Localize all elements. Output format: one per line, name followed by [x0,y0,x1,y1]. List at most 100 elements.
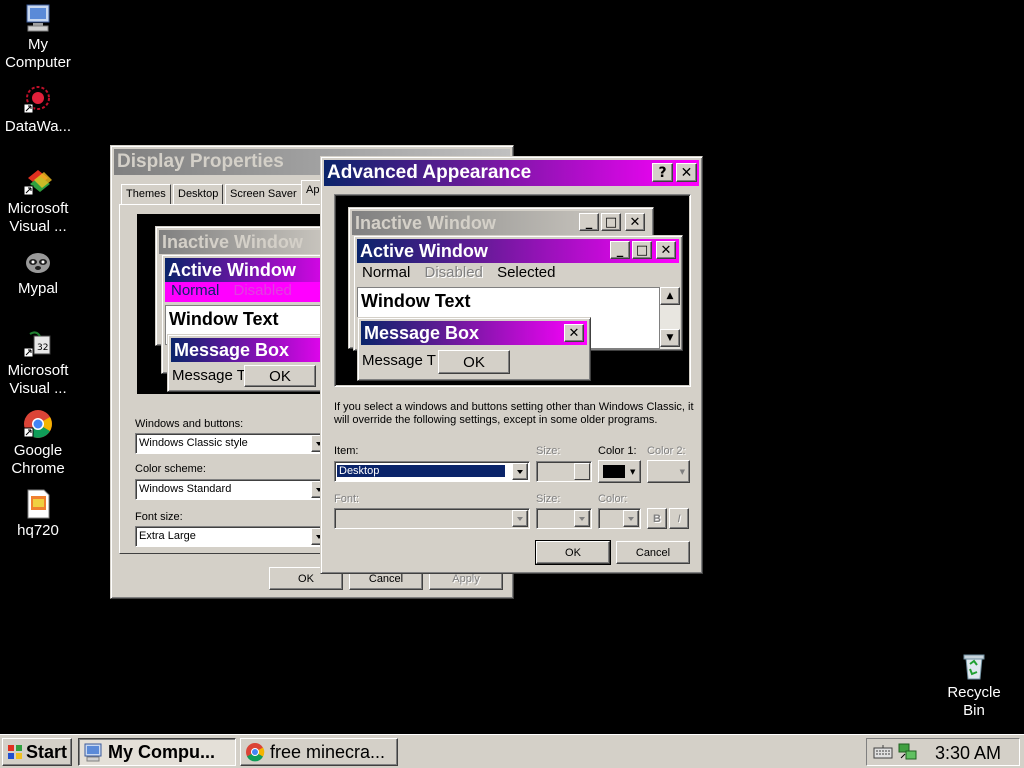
desktop-icon-label: Microsoft Visual ... [7,200,69,235]
datawatch-icon [22,84,54,116]
italic-button[interactable]: I [669,508,689,529]
preview-text: Active Window [168,259,296,280]
close-icon: ✕ [680,164,693,181]
desktop-icon-label: My Computer [5,36,71,71]
clock[interactable]: 3:30 AM [935,743,1001,764]
computer-icon [22,2,54,34]
preview-text: Message Box [174,339,290,360]
keyboard-icon[interactable] [873,744,893,760]
font-size-label: Font size: [135,511,183,523]
advanced-note: If you select a windows and buttons sett… [334,401,694,426]
window-title: Display Properties [117,151,284,172]
font-size-select[interactable]: Extra Large [135,526,329,547]
system-tray: 3:30 AM [866,738,1020,766]
preview-ok-button[interactable]: OK [438,350,510,374]
item-select[interactable]: Desktop [334,461,530,482]
desktop-icon-recycle-bin[interactable]: Recycle Bin [936,650,1012,720]
select-value: Extra Large [139,530,196,542]
close-icon: ✕ [564,324,584,342]
desktop-icon-mypal[interactable]: Mypal [0,246,76,298]
advanced-cancel-button[interactable]: Cancel [616,541,690,564]
item-label: Item: [334,445,359,457]
help-button[interactable]: ? [652,163,673,182]
maximize-icon: □ [632,241,652,259]
color2-label: Color 2: [647,445,686,457]
tab-label: Ap [306,184,320,196]
taskbar: Start My Compu... free minecra... 3:30 A… [0,734,1024,768]
font-size-select[interactable] [536,508,592,529]
button-label: OK [269,367,291,385]
windows-logo-icon [7,744,23,760]
minimize-icon: _ [579,213,599,231]
desktop-icon-datawatch[interactable]: DataWa... [0,84,76,136]
windows-buttons-select[interactable]: Windows Classic style [135,433,329,454]
preview-menu-normal: Normal [171,282,220,299]
size-spinner[interactable] [536,461,592,482]
color2-picker[interactable]: ▼ [647,460,690,483]
advanced-appearance-titlebar[interactable]: Advanced Appearance [324,160,699,186]
visual-studio-icon [22,166,54,198]
desktop-icon-my-computer[interactable]: My Computer [0,2,76,72]
tab-themes[interactable]: Themes [121,184,171,204]
task-my-computer[interactable]: My Compu... [78,738,236,766]
tab-label: Desktop [178,188,219,200]
select-value: Windows Standard [139,483,232,495]
computer-icon [83,742,103,762]
chevron-down-icon[interactable] [623,510,639,527]
tab-desktop[interactable]: Desktop [173,184,224,204]
window-title: Advanced Appearance [327,162,532,183]
advanced-appearance-window[interactable]: Advanced Appearance ? ✕ Inactive Window … [320,156,703,574]
color-swatch [603,465,625,478]
button-label: Apply [452,572,480,585]
select-value: Desktop [337,465,505,477]
button-label: Cancel [635,546,671,559]
button-label: Cancel [368,572,404,585]
chevron-down-icon[interactable] [574,510,590,527]
preview-message-box-title: Message Box [171,338,345,362]
color1-label: Color 1: [598,445,637,457]
chevron-down-icon[interactable] [512,463,528,480]
preview-message-box-title[interactable]: Message Box [361,321,587,345]
desktop-icon-label: Google Chrome [11,442,65,477]
button-label: OK [298,572,314,585]
appearance-preview: Inactive Window Active Window Normal Dis… [137,214,361,394]
preview-text: Message Box [364,322,480,343]
color-scheme-select[interactable]: Windows Standard [135,479,329,500]
font-color-select[interactable] [598,508,641,529]
font-label: Font: [334,493,360,505]
color1-picker[interactable]: ▼ [598,460,641,483]
maximize-icon: □ [601,213,621,231]
tab-screen-saver[interactable]: Screen Saver [225,184,302,204]
preview-text: Inactive Window [355,212,496,233]
chevron-down-icon: ▼ [630,467,636,476]
spin-buttons[interactable] [574,463,590,480]
preview-active-title[interactable]: Active Window [357,239,679,263]
font-select[interactable] [334,508,530,529]
font-size-label: Size: [536,493,561,505]
advanced-ok-button[interactable]: OK [535,540,611,565]
close-button[interactable]: ✕ [676,163,697,182]
minimize-icon: _ [610,241,630,259]
preview-scrollbar[interactable]: ▲ ▼ [660,287,680,349]
desktop-icon-visual-studio[interactable]: Microsoft Visual ... [0,166,76,236]
preview-menu-bar[interactable]: Normal Disabled Selected [357,264,679,284]
desktop-icon-google-chrome[interactable]: Google Chrome [0,408,76,478]
advanced-preview[interactable]: Inactive Window _ □ ✕ Active Window _ □ … [334,194,691,387]
task-label: My Compu... [108,741,215,762]
task-chrome[interactable]: free minecra... [240,738,398,766]
desktop-icon-label: hq720 [17,522,59,539]
desktop-icon-hq720[interactable]: hq720 [0,488,76,540]
bold-button[interactable]: B [647,508,667,529]
preview-ok-button: OK [244,365,316,387]
chevron-down-icon[interactable] [512,510,528,527]
start-button[interactable]: Start [2,738,72,766]
start-label: Start [26,741,68,762]
preview-message-box[interactable]: Message Box ✕ Message T OK [357,317,591,381]
desktop-icon-visual-studio-setup[interactable]: 32 Microsoft Visual ... [0,328,76,398]
visual-studio-setup-icon: 32 [22,328,54,360]
network-icon[interactable] [897,742,919,762]
preview-text: Window Text [169,309,279,329]
button-label: OK [463,353,485,371]
desktop-icon-label: Microsoft Visual ... [7,362,69,397]
preview-message-text: Message T [172,367,246,384]
